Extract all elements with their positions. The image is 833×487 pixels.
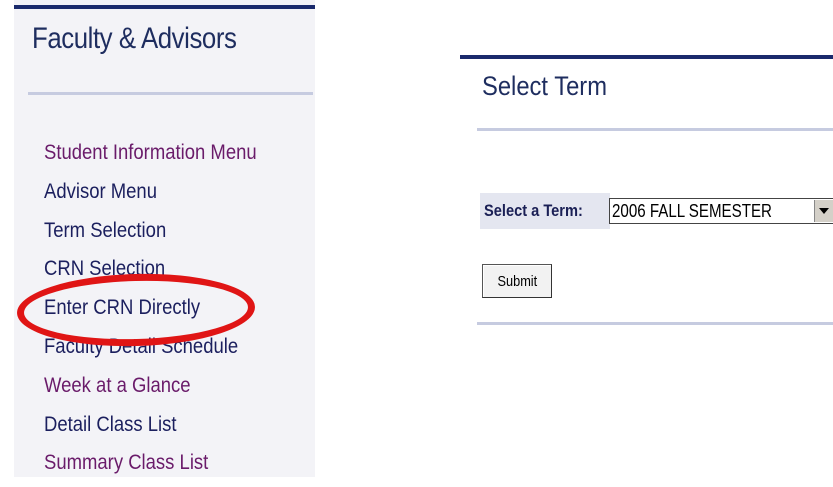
menu-item-detail-class-list[interactable]: Detail Class List [44,410,257,449]
top-border [460,55,833,59]
term-label: Select a Term: [480,193,610,229]
submit-button[interactable]: Submit [482,264,552,298]
chevron-down-icon [819,208,829,214]
divider [477,322,833,325]
page-title: Faculty & Advisors [32,22,237,55]
menu-item-faculty-detail-schedule[interactable]: Faculty Detail Schedule [44,332,257,371]
submit-button-label: Submit [497,272,537,290]
top-border [14,5,315,9]
menu-item-term-selection[interactable]: Term Selection [44,216,257,255]
select-term-panel: Select Term Select a Term: 2006 FALL SEM… [460,55,833,335]
menu-item-student-information-menu[interactable]: Student Information Menu [44,138,257,177]
divider [28,92,313,95]
term-label-text: Select a Term: [484,201,583,220]
menu-item-enter-crn-directly[interactable]: Enter CRN Directly [44,293,257,332]
menu-item-week-at-a-glance[interactable]: Week at a Glance [44,371,257,410]
menu-item-crn-selection[interactable]: CRN Selection [44,254,257,293]
term-select-value: 2006 FALL SEMESTER [612,201,772,221]
dropdown-arrow-button[interactable] [814,200,833,222]
section-title: Select Term [482,71,608,101]
faculty-advisors-panel: Faculty & Advisors Student Information M… [14,0,315,477]
menu-item-advisor-menu[interactable]: Advisor Menu [44,177,257,216]
term-select[interactable]: 2006 FALL SEMESTER [609,198,833,224]
menu-item-summary-class-list[interactable]: Summary Class List [44,448,257,487]
faculty-menu: Student Information Menu Advisor Menu Te… [44,138,286,487]
divider [477,128,833,131]
